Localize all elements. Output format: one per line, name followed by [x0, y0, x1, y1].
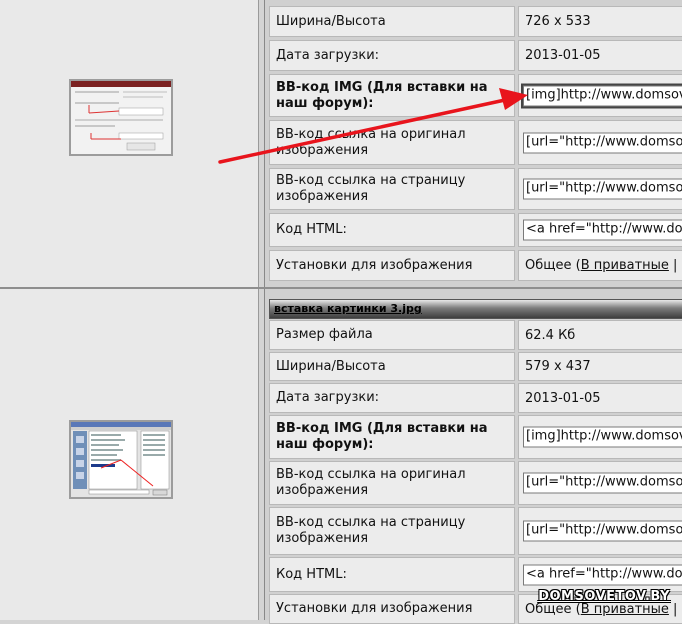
thumbnail-preview: [71, 81, 171, 151]
row-label: Дата загрузки:: [269, 383, 515, 413]
row-label: Установки для изображения: [269, 250, 515, 281]
row-label: BB-код ссылка на оригинал изображения: [269, 120, 515, 165]
row-label: Размер файла: [269, 320, 515, 350]
settings-suffix: |: [668, 258, 678, 273]
row-value-cell: [url="http://www.domsovetov: [518, 507, 682, 555]
bbcode-original-link-field[interactable]: [url="http://www.domsovetov: [523, 472, 682, 494]
bbcode-page-link-field[interactable]: [url="http://www.domsovetov: [523, 178, 682, 200]
image-info-panel: Ширина/Высота 726 x 533 Дата загрузки: 2…: [264, 0, 682, 287]
info-row-file-size: Размер файла 62.4 Кб: [269, 320, 682, 350]
row-value-cell: [url="http://www.domsovetov: [518, 461, 682, 505]
row-label: Код HTML:: [269, 557, 515, 592]
thumbnail-preview: [71, 422, 171, 496]
settings-prefix: Общее (: [525, 258, 581, 273]
info-row-upload-date: Дата загрузки: 2013-01-05: [269, 383, 682, 413]
row-value: 2013-01-05: [518, 383, 682, 413]
bbcode-img-field[interactable]: [img]http://www.domsovetov: [523, 426, 682, 448]
row-label: Дата загрузки:: [269, 40, 515, 71]
row-value: 726 x 533: [518, 6, 682, 37]
row-value-cell: [url="http://www.domsovetov: [518, 120, 682, 165]
make-private-link[interactable]: В приватные: [581, 258, 669, 273]
image-entry-1: Ширина/Высота 726 x 533 Дата загрузки: 2…: [0, 0, 682, 287]
row-value-cell: [img]http://www.domsovetov: [518, 415, 682, 459]
row-label: BB-код IMG (Для вставки на наш форум):: [269, 74, 515, 117]
row-label: BB-код ссылка на оригинал изображения: [269, 461, 515, 505]
info-row-bbcode-img: BB-код IMG (Для вставки на наш форум): […: [269, 415, 682, 459]
thumbnail-column: [0, 289, 259, 620]
row-value-cell: [url="http://www.domsovetov: [518, 168, 682, 210]
image-thumbnail[interactable]: [69, 79, 173, 156]
row-label: BB-код ссылка на страницу изображения: [269, 168, 515, 210]
info-row-bbcode-page: BB-код ссылка на страницу изображения [u…: [269, 168, 682, 210]
row-value: 2013-01-05: [518, 40, 682, 71]
info-row-dimensions: Ширина/Высота 579 x 437: [269, 352, 682, 381]
row-value-cell: [img]http://www.domsovetov: [518, 74, 682, 117]
bbcode-original-link-field[interactable]: [url="http://www.domsovetov: [523, 132, 682, 153]
row-label: BB-код ссылка на страницу изображения: [269, 507, 515, 555]
row-value: 62.4 Кб: [518, 320, 682, 350]
site-watermark: DOMSOVETOV.BY: [538, 589, 670, 604]
row-value-cell: <a href="http://www.domsovetov: [518, 213, 682, 247]
settings-suffix: |: [668, 601, 678, 617]
info-row-bbcode-img: BB-код IMG (Для вставки на наш форум): […: [269, 74, 682, 117]
info-row-bbcode-page: BB-код ссылка на страницу изображения [u…: [269, 507, 682, 555]
image-info-panel: вставка картинки 3.jpg Размер файла 62.4…: [264, 289, 682, 624]
row-value-cell: <a href="http://www.domsovetov: [518, 557, 682, 592]
image-title-bar: вставка картинки 3.jpg: [269, 299, 682, 319]
info-row-bbcode-original: BB-код ссылка на оригинал изображения [u…: [269, 120, 682, 165]
html-code-field[interactable]: <a href="http://www.domsovetov: [523, 219, 682, 241]
info-row-bbcode-original: BB-код ссылка на оригинал изображения [u…: [269, 461, 682, 505]
image-entry-2: вставка картинки 3.jpg Размер файла 62.4…: [0, 289, 682, 624]
bbcode-page-link-field[interactable]: [url="http://www.domsovetov: [523, 520, 682, 542]
row-label: Ширина/Высота: [269, 352, 515, 381]
html-code-field[interactable]: <a href="http://www.domsovetov: [523, 564, 682, 585]
info-row-upload-date: Дата загрузки: 2013-01-05: [269, 40, 682, 71]
info-row-image-settings: Установки для изображения Общее (В прива…: [269, 250, 682, 281]
row-label: Ширина/Высота: [269, 6, 515, 37]
image-thumbnail[interactable]: [69, 420, 173, 499]
info-row-html-code: Код HTML: <a href="http://www.domsovetov: [269, 213, 682, 247]
info-row-html-code: Код HTML: <a href="http://www.domsovetov: [269, 557, 682, 592]
row-value: 579 x 437: [518, 352, 682, 381]
row-label: BB-код IMG (Для вставки на наш форум):: [269, 415, 515, 459]
row-value: Общее (В приватные |: [518, 250, 682, 281]
info-row-dimensions: Ширина/Высота 726 x 533: [269, 6, 682, 37]
image-file-link[interactable]: вставка картинки 3.jpg: [274, 302, 422, 315]
thumbnail-column: [0, 0, 259, 287]
row-label: Код HTML:: [269, 213, 515, 247]
bbcode-img-field[interactable]: [img]http://www.domsovetov: [521, 83, 682, 108]
